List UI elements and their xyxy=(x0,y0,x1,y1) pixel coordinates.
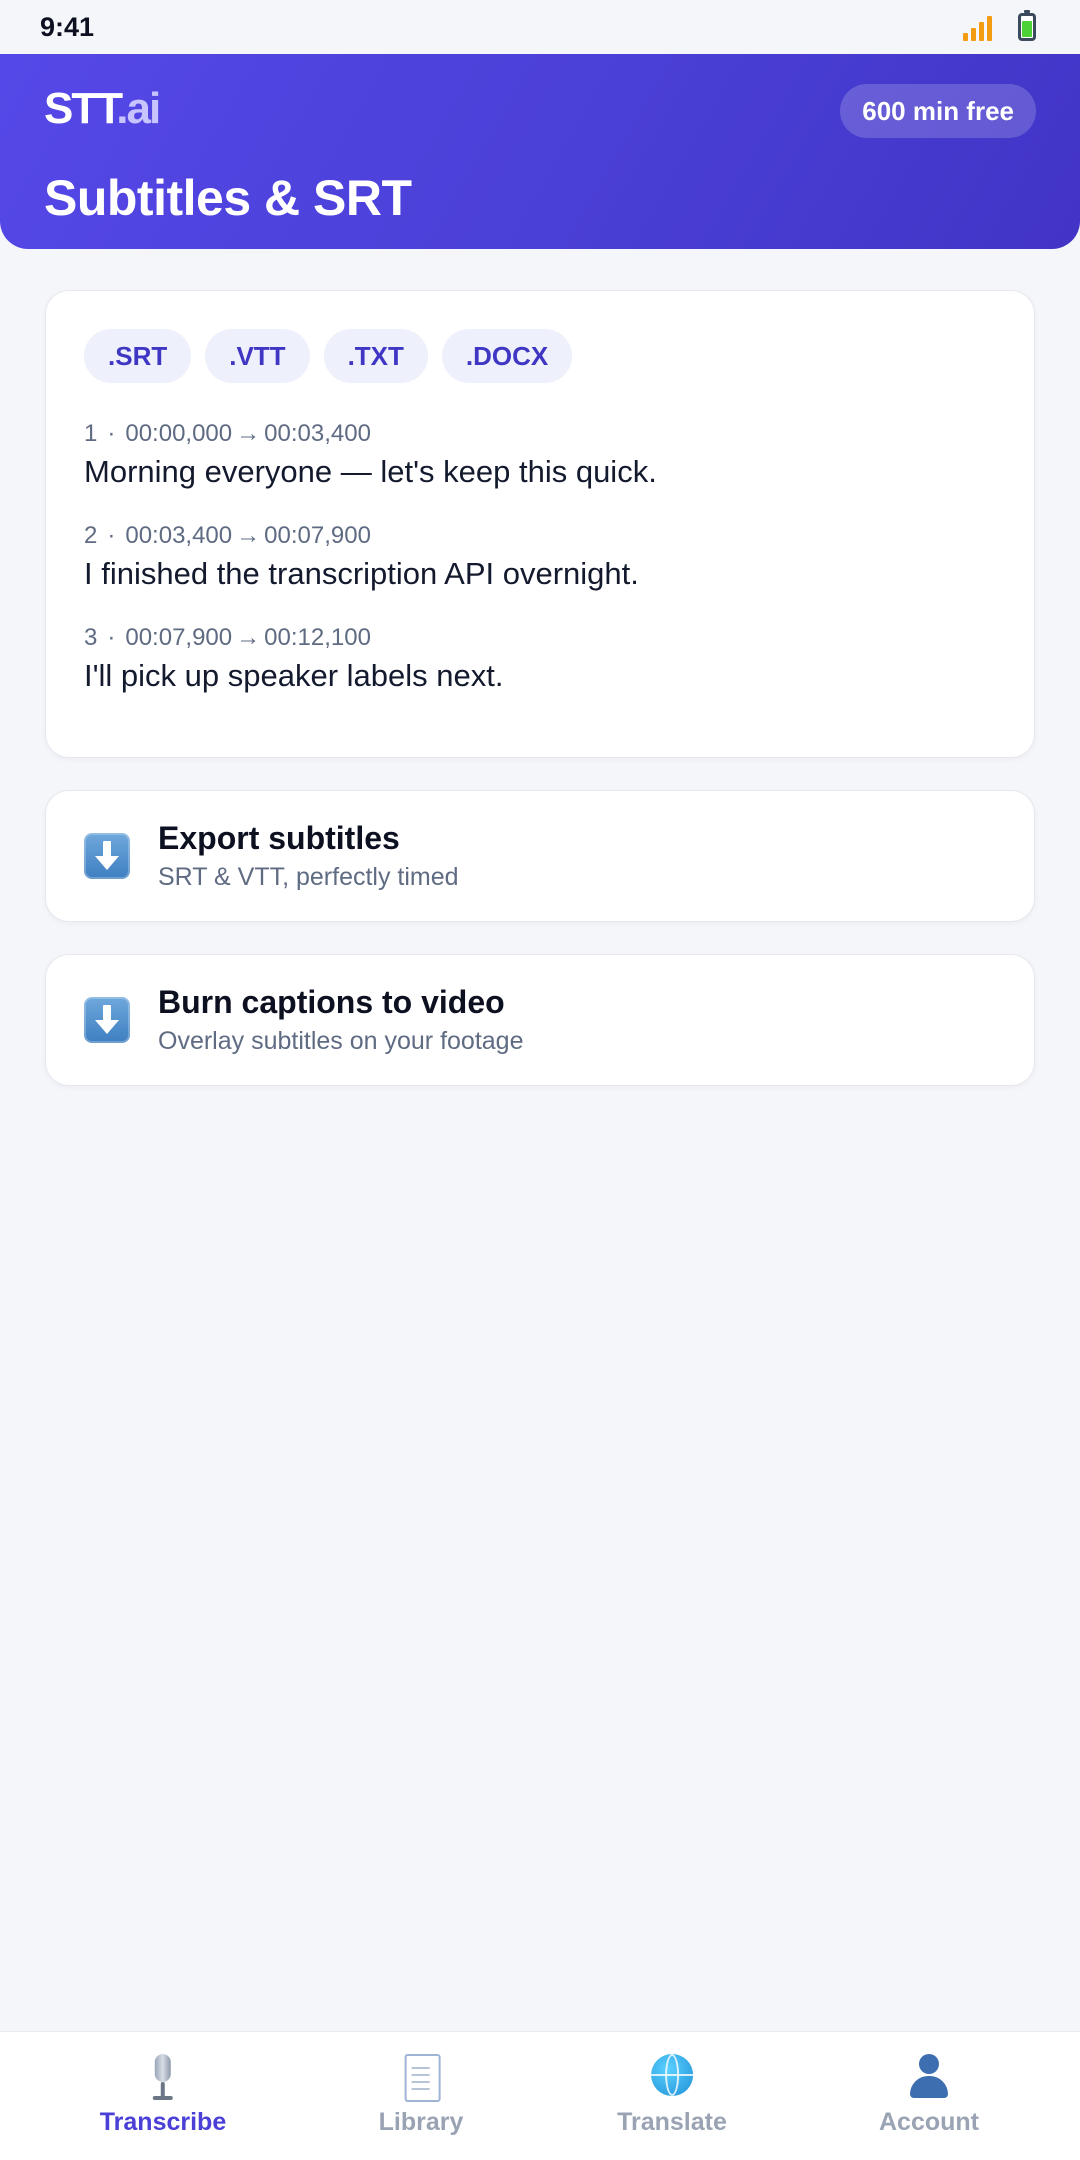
cue-text: I'll pick up speaker labels next. xyxy=(84,658,504,693)
cue-text: Morning everyone — let's keep this quick… xyxy=(84,454,657,489)
nav-label: Transcribe xyxy=(99,2108,227,2136)
cue-list: 1 · 00:00,000 → 00:03,400 Morning everyone —… xyxy=(84,419,996,697)
cue-meta: 2 · 00:03,400 → 00:07,900 xyxy=(84,521,996,551)
cue-meta: 3 · 00:07,900 → 00:12,100 xyxy=(84,623,996,653)
export-subtitles-button[interactable]: Export subtitles SRT & VTT, perfectly ti… xyxy=(45,790,1035,922)
logo-main: STT xyxy=(44,84,118,133)
action-title: Burn captions to video xyxy=(158,984,505,1020)
bottom-nav: Transcribe Library Translate Account xyxy=(0,2031,1080,2160)
header: STT.ai 600 min free Subtitles & SRT xyxy=(0,54,1080,249)
cue-text: I finished the transcription API overnig… xyxy=(84,556,639,591)
cue-start: 00:07,900 xyxy=(125,624,233,651)
app-logo: STT.ai xyxy=(44,84,161,134)
action-title: Export subtitles xyxy=(158,820,400,856)
cue-start: 00:00,000 xyxy=(125,420,233,447)
cue-index: 2 xyxy=(84,522,98,549)
cue-item: 2 · 00:03,400 → 00:07,900 I finished the tra… xyxy=(84,521,996,595)
format-chip-vtt[interactable]: .VTT xyxy=(205,329,310,383)
nav-item-library[interactable]: Library xyxy=(378,2032,464,2160)
action-subtitle: Overlay subtitles on your footage xyxy=(158,1027,524,1055)
cue-separator: · xyxy=(107,522,116,549)
arrow-right-icon: → xyxy=(236,522,261,549)
nav-item-account[interactable]: Account xyxy=(879,2032,979,2160)
download-icon xyxy=(84,833,130,879)
cue-end: 00:12,100 xyxy=(264,624,371,651)
burn-captions-button[interactable]: Burn captions to video Overlay subtitles… xyxy=(45,954,1035,1086)
cue-item: 1 · 00:00,000 → 00:03,400 Morning everyone —… xyxy=(84,419,996,493)
arrow-right-icon: → xyxy=(236,420,261,447)
format-chip-docx[interactable]: .DOCX xyxy=(441,329,573,383)
cue-index: 3 xyxy=(84,624,98,651)
person-icon xyxy=(904,2052,954,2102)
microphone-icon xyxy=(138,2052,188,2102)
document-icon xyxy=(396,2052,446,2102)
cue-item: 3 · 00:07,900 → 00:12,100 I'll pick up speak… xyxy=(84,623,996,697)
cue-end: 00:07,900 xyxy=(264,522,371,549)
action-text: Burn captions to video Overlay subtitles… xyxy=(158,982,523,1058)
status-bar: 9:41 xyxy=(0,0,1080,54)
battery-icon xyxy=(1018,10,1036,41)
format-chip-srt[interactable]: .SRT xyxy=(84,329,192,383)
app-screen: 9:41 STT.ai 600 min free Subtitles & SRT… xyxy=(0,0,1080,2160)
cue-start: 00:03,400 xyxy=(125,522,233,549)
format-chip-txt[interactable]: .TXT xyxy=(323,329,428,383)
cue-end: 00:03,400 xyxy=(264,420,371,447)
nav-label: Library xyxy=(378,2108,464,2136)
logo-dot: . xyxy=(116,84,128,133)
globe-icon xyxy=(647,2052,697,2102)
nav-item-transcribe[interactable]: Transcribe xyxy=(100,2032,226,2160)
signal-icon xyxy=(963,15,992,41)
nav-item-translate[interactable]: Translate xyxy=(617,2032,727,2160)
free-minutes-badge[interactable]: 600 min free xyxy=(840,84,1036,138)
subtitle-preview-card: .SRT .VTT .TXT .DOCX 1 · 00:00,000 → 00:03,4… xyxy=(45,290,1035,758)
cue-separator: · xyxy=(107,420,116,447)
arrow-right-icon: → xyxy=(236,624,261,651)
page-title: Subtitles & SRT xyxy=(44,170,412,226)
status-time: 9:41 xyxy=(40,11,95,42)
cue-index: 1 xyxy=(84,420,98,447)
nav-label: Account xyxy=(879,2108,979,2136)
cue-meta: 1 · 00:00,000 → 00:03,400 xyxy=(84,419,996,449)
action-subtitle: SRT & VTT, perfectly timed xyxy=(158,863,459,891)
action-text: Export subtitles SRT & VTT, perfectly ti… xyxy=(158,818,459,894)
download-icon xyxy=(84,997,130,1043)
status-icons xyxy=(963,10,1036,41)
format-chips: .SRT .VTT .TXT .DOCX xyxy=(84,329,996,383)
cue-separator: · xyxy=(107,624,116,651)
logo-suffix: ai xyxy=(126,84,161,133)
nav-label: Translate xyxy=(617,2108,727,2136)
